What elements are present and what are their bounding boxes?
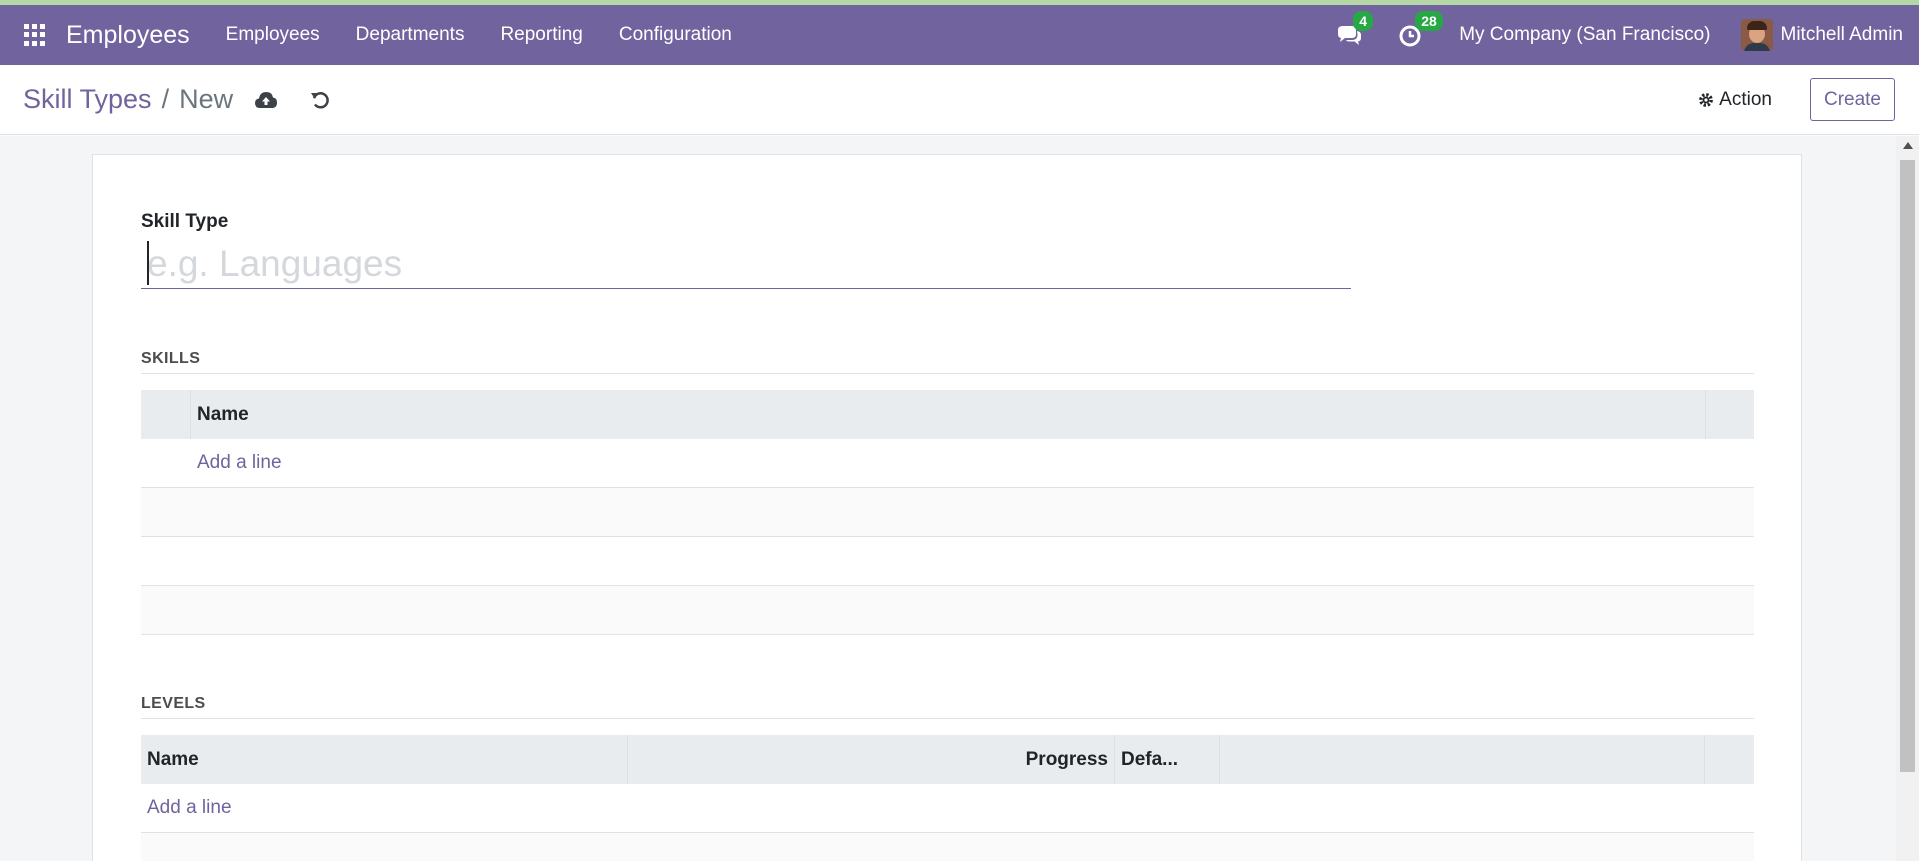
menu-employees[interactable]: Employees [208, 24, 338, 46]
levels-column-name[interactable]: Name [141, 735, 628, 784]
table-row [141, 586, 1754, 635]
save-button[interactable] [251, 85, 281, 115]
levels-section-divider [141, 718, 1754, 719]
text-caret [147, 241, 149, 285]
activities-count-badge: 28 [1415, 11, 1443, 31]
menu-reporting[interactable]: Reporting [482, 24, 600, 46]
messages-count-badge: 4 [1353, 11, 1373, 31]
cloud-upload-icon [255, 91, 278, 108]
vertical-scrollbar[interactable] [1896, 136, 1919, 861]
handle-column-header [141, 390, 191, 439]
apps-grid-icon[interactable] [24, 24, 46, 46]
skills-column-name[interactable]: Name [191, 404, 1705, 426]
skills-section-title: SKILLS [141, 350, 201, 367]
main-navbar: Employees Employees Departments Reportin… [0, 5, 1919, 65]
breadcrumb: Skill Types / New [23, 84, 233, 115]
undo-icon [311, 91, 329, 109]
activity-menu[interactable]: 28 [1397, 11, 1443, 49]
gear-icon [1699, 92, 1714, 107]
form-sheet: Skill Type SKILLS Name Add a line LEVELS… [92, 154, 1802, 861]
optional-columns-toggle[interactable] [1705, 390, 1754, 439]
scroll-up-arrow-icon[interactable] [1903, 142, 1913, 149]
create-button[interactable]: Create [1809, 78, 1895, 121]
levels-column-filler [1220, 735, 1705, 784]
levels-table: Name Progress Defa... Add a line [141, 735, 1754, 861]
menu-departments[interactable]: Departments [338, 24, 483, 46]
company-switcher[interactable]: My Company (San Francisco) [1459, 24, 1710, 46]
skill-type-label: Skill Type [141, 211, 229, 232]
breadcrumb-skill-types[interactable]: Skill Types [23, 84, 152, 115]
levels-add-line-row: Add a line [141, 784, 1754, 833]
skills-add-line-link[interactable]: Add a line [197, 452, 282, 474]
skills-add-line-row: Add a line [141, 439, 1754, 488]
user-menu[interactable]: Mitchell Admin [1740, 19, 1904, 51]
skill-type-input[interactable] [141, 239, 1351, 289]
user-avatar [1740, 19, 1773, 51]
levels-section-title: LEVELS [141, 695, 206, 712]
skills-table: Name Add a line [141, 390, 1754, 635]
skills-section-divider [141, 373, 1754, 374]
discard-button[interactable] [305, 85, 335, 115]
table-row [141, 833, 1754, 861]
table-row [141, 537, 1754, 586]
control-panel: Skill Types / New Action Create [0, 65, 1919, 135]
action-menu-button[interactable]: Action [1698, 89, 1772, 111]
table-row [141, 488, 1754, 537]
messaging-menu[interactable]: 4 [1335, 11, 1373, 49]
levels-add-line-link[interactable]: Add a line [147, 797, 232, 819]
menu-configuration[interactable]: Configuration [601, 24, 750, 46]
breadcrumb-current: New [179, 84, 234, 114]
levels-column-progress[interactable]: Progress [628, 735, 1115, 784]
app-brand[interactable]: Employees [66, 21, 190, 50]
levels-column-default[interactable]: Defa... [1115, 735, 1220, 784]
levels-table-header: Name Progress Defa... [141, 735, 1754, 784]
skills-table-header: Name [141, 390, 1754, 439]
optional-columns-toggle[interactable] [1705, 735, 1754, 784]
form-view: Skill Type SKILLS Name Add a line LEVELS… [0, 136, 1896, 861]
scrollbar-thumb[interactable] [1900, 160, 1915, 772]
breadcrumb-separator: / [161, 84, 170, 114]
action-label: Action [1719, 88, 1772, 110]
user-name: Mitchell Admin [1780, 24, 1904, 45]
